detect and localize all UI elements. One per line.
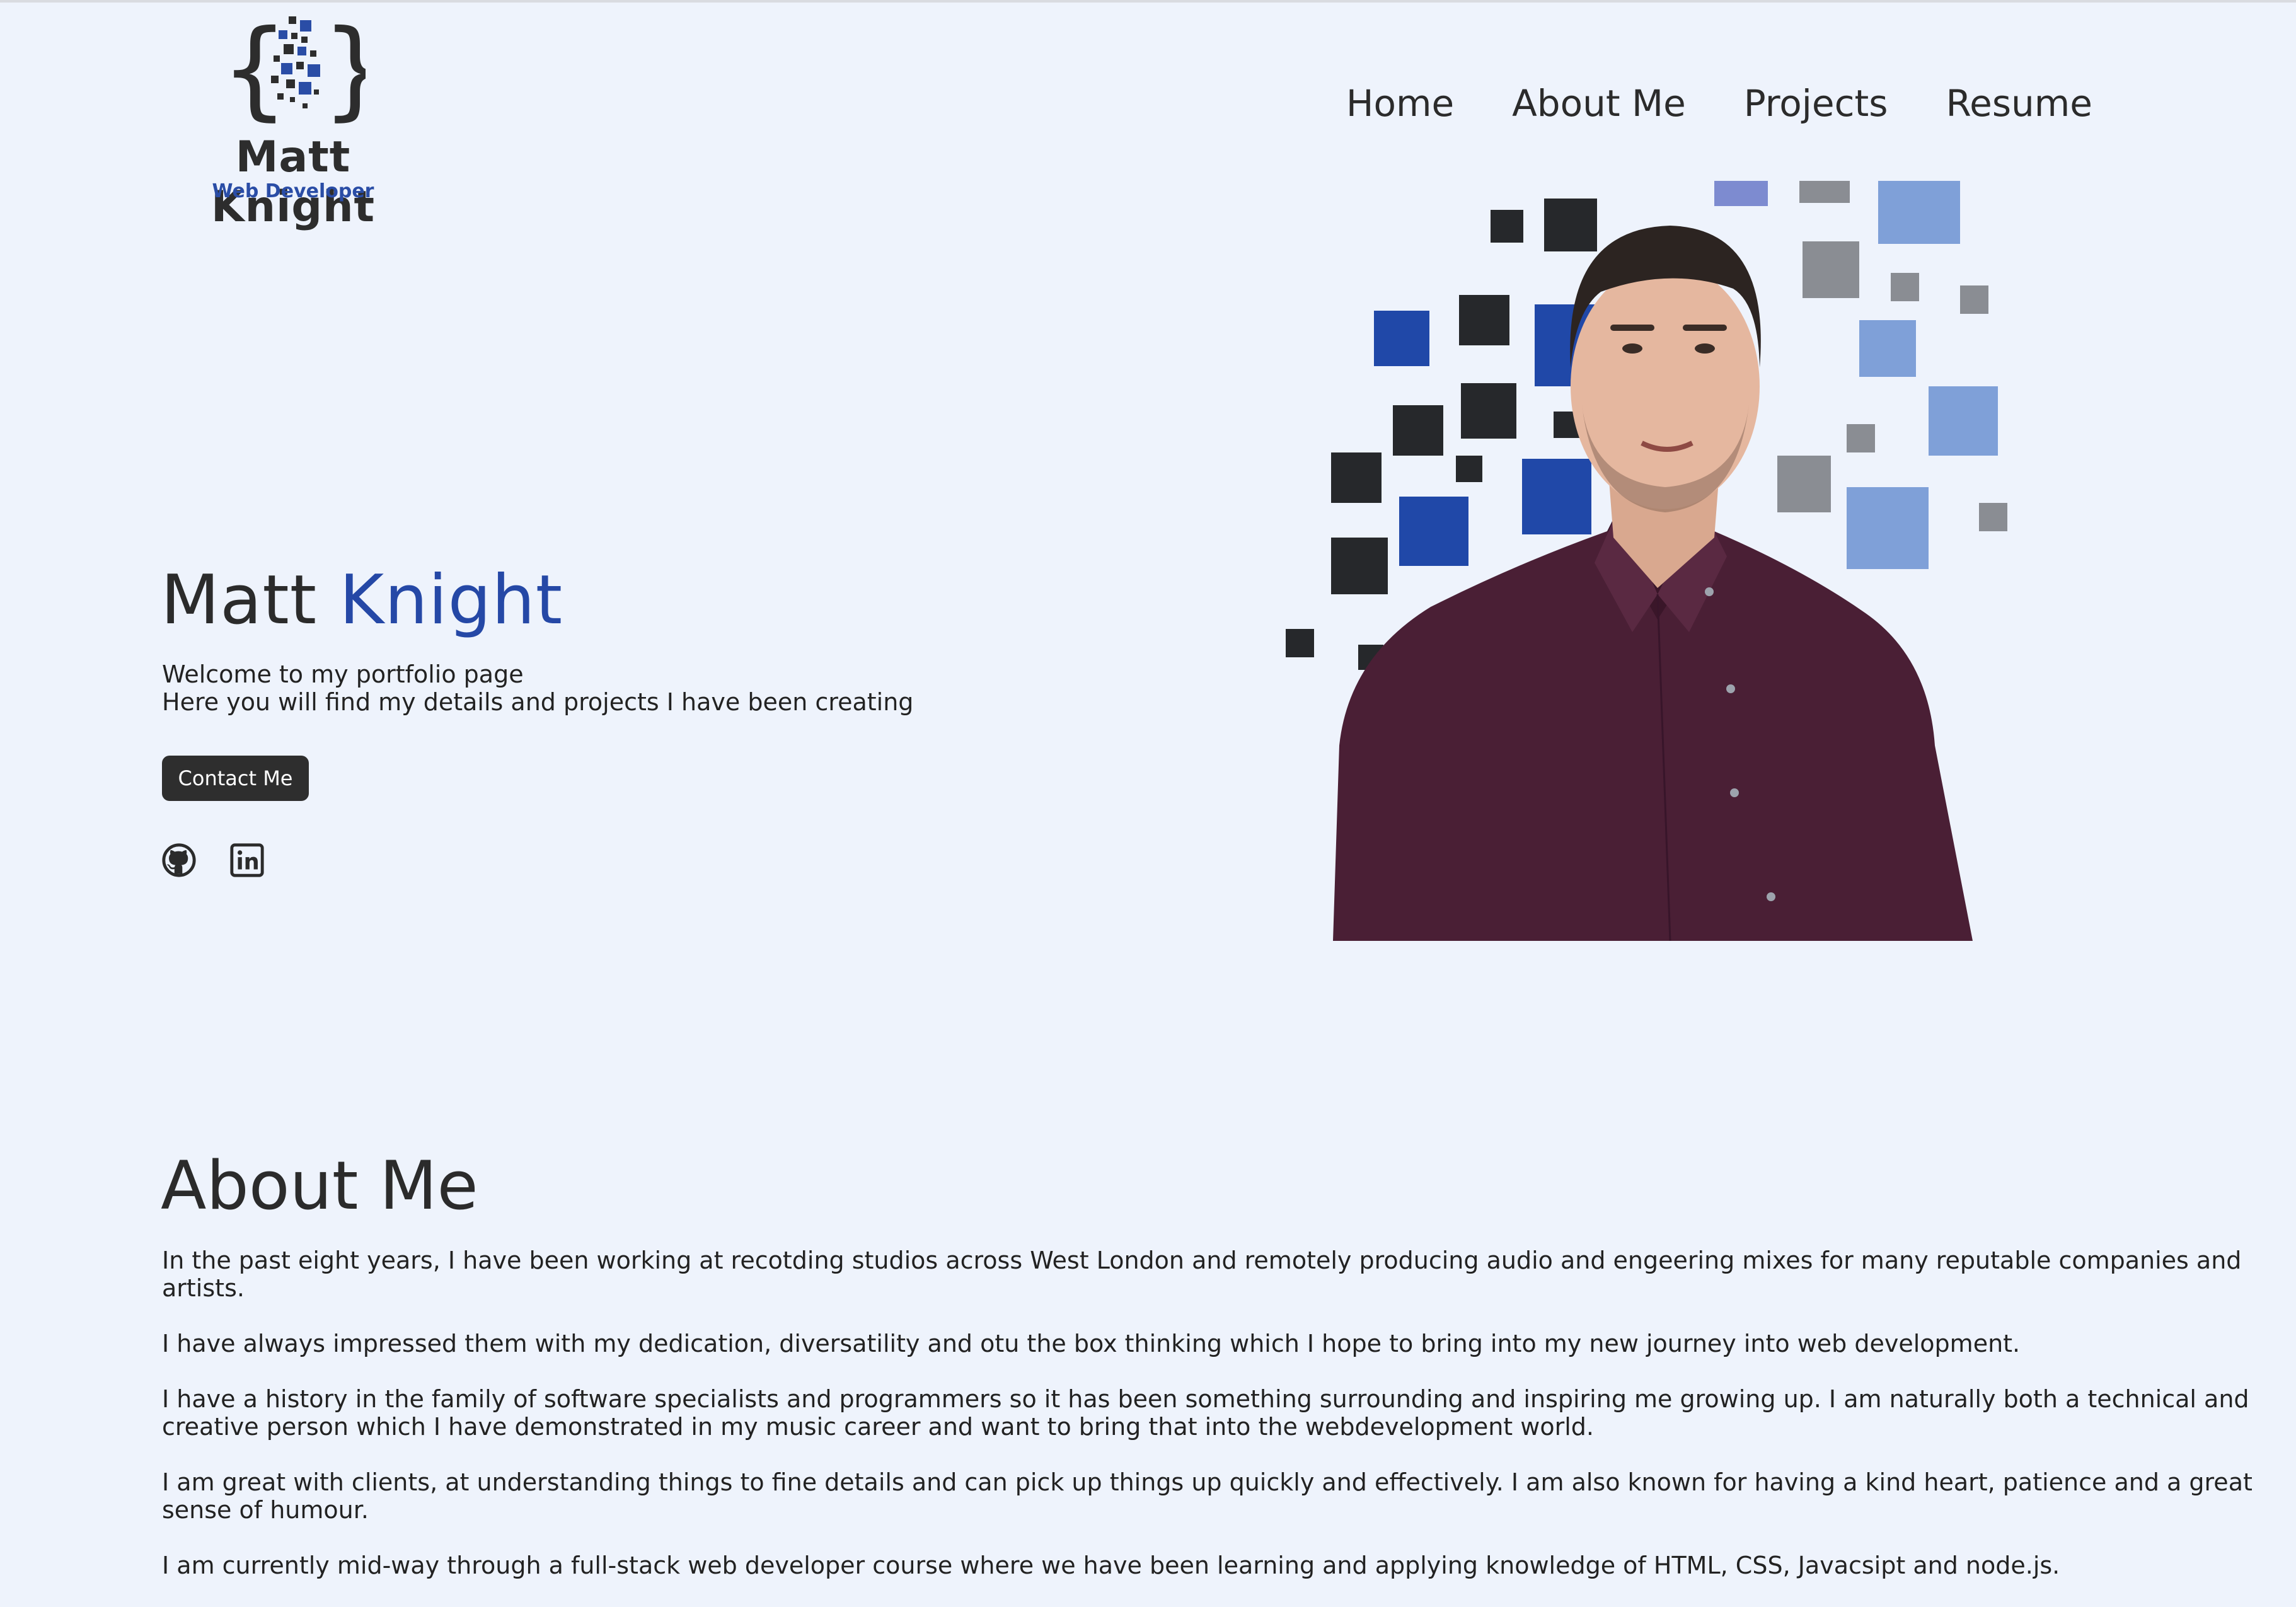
contact-me-button[interactable]: Contact Me [162, 756, 309, 801]
linkedin-icon[interactable] [229, 842, 265, 878]
person-face [1571, 263, 1760, 509]
hero-line-2: Here you will find my details and projec… [162, 688, 914, 716]
logo-braces-icon: { } [221, 11, 366, 131]
hero-title: Matt Knight [161, 561, 563, 640]
hero-intro: Welcome to my portfolio page Here you wi… [162, 660, 913, 716]
svg-text:}: } [321, 11, 366, 131]
site-logo[interactable]: { } Matt Knight Web Developer [170, 11, 416, 232]
nav-home[interactable]: Home [1346, 82, 1454, 125]
profile-photo [1286, 181, 2007, 941]
svg-text:{: { [221, 11, 289, 131]
nav-projects[interactable]: Projects [1744, 82, 1888, 125]
about-section-title: About Me [161, 1147, 478, 1224]
logo-subtitle: Web Developer [212, 180, 374, 202]
about-paragraph: I have always impressed them with my ded… [162, 1330, 2021, 1357]
hero-title-last: Knight [339, 561, 563, 640]
nav-resume[interactable]: Resume [1946, 82, 2092, 125]
about-paragraph: I am currently mid-way through a full-st… [162, 1552, 2060, 1579]
nav-about-me[interactable]: About Me [1512, 82, 1686, 125]
about-paragraph: In the past eight years, I have been wor… [162, 1247, 2242, 1302]
top-border [0, 0, 2296, 3]
main-nav: Home About Me Projects Resume [1346, 82, 2092, 125]
about-section-body: In the past eight years, I have been wor… [162, 1247, 2261, 1607]
github-icon[interactable] [161, 842, 197, 878]
hero-title-first: Matt [161, 561, 318, 640]
hero-line-1: Welcome to my portfolio page [162, 660, 524, 688]
about-paragraph: I am great with clients, at understandin… [162, 1468, 2253, 1524]
about-paragraph: I have a history in the family of softwa… [162, 1385, 2249, 1441]
social-links [161, 842, 265, 878]
